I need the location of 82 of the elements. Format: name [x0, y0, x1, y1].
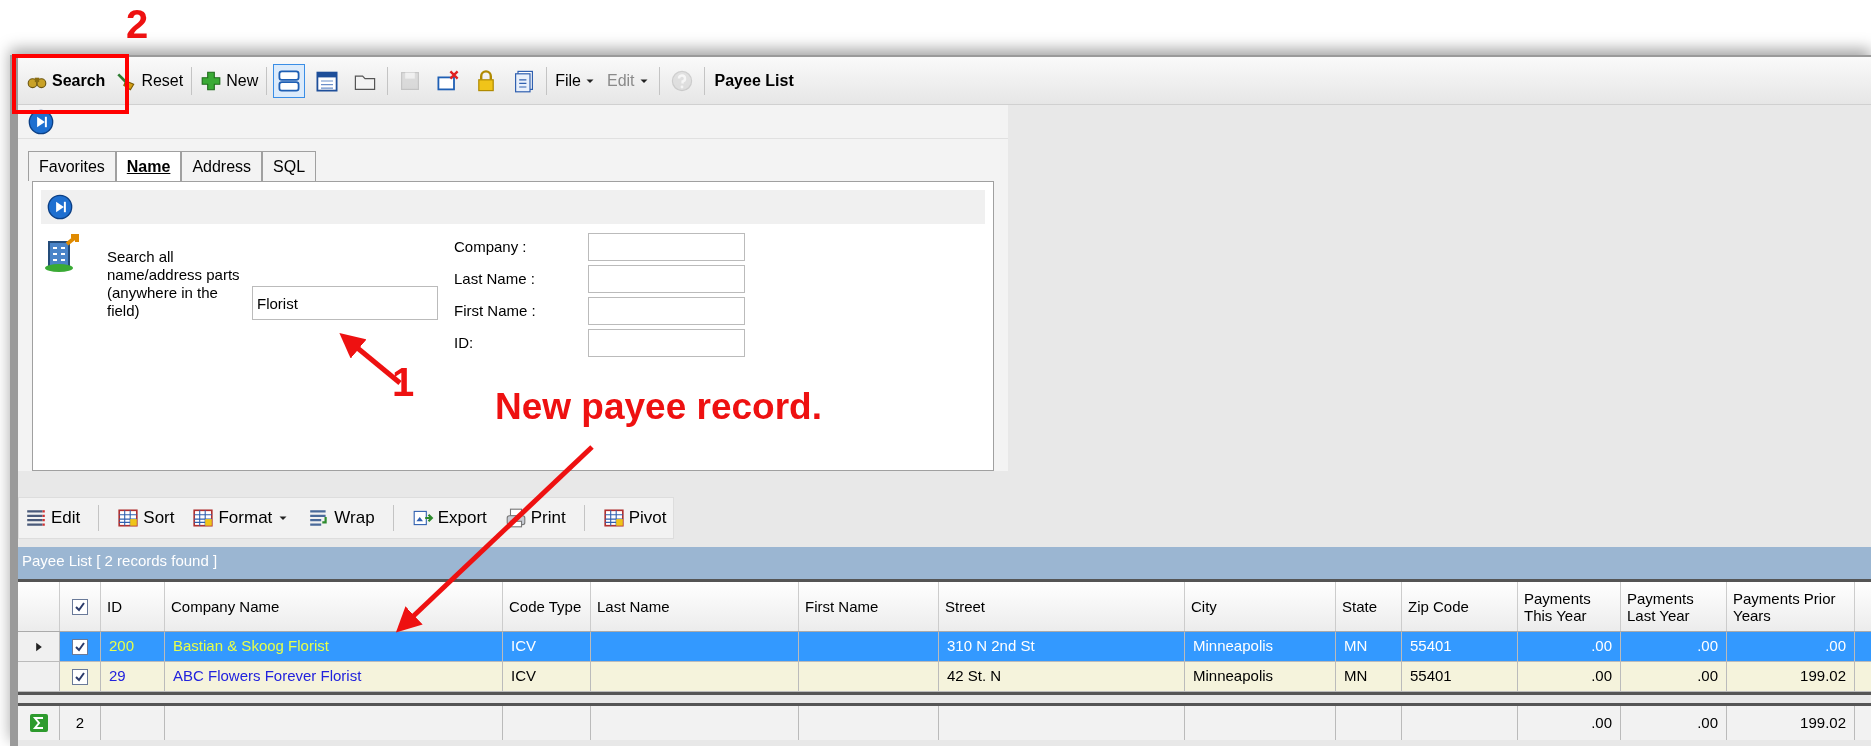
table-icon	[117, 507, 140, 529]
table-cell-text: 200	[109, 636, 135, 657]
search-input-field[interactable]: Florist	[252, 286, 438, 320]
table-cell-text: 42 St. N	[947, 666, 1002, 687]
window-delete-icon	[436, 68, 461, 93]
tab[interactable]: Address	[181, 151, 263, 181]
toolbar-button[interactable]: Edit	[25, 503, 81, 533]
summary-cell-text: 2	[75, 712, 85, 733]
column-header[interactable]: Last Name	[591, 582, 799, 631]
skip-forward-icon[interactable]	[47, 194, 73, 220]
column-header[interactable]: State	[1336, 582, 1402, 631]
plus-icon	[200, 69, 223, 92]
text-input-field[interactable]	[588, 233, 745, 261]
printer-icon	[504, 507, 527, 529]
column-header[interactable]: Payments This Year	[1518, 582, 1621, 631]
field-label: First Name :	[454, 300, 537, 321]
text-input-field[interactable]	[588, 329, 745, 357]
table-cell-text: 199.02	[1800, 666, 1846, 687]
table-cell-text: Minneapolis	[1193, 636, 1274, 657]
table-cell-text: Minneapolis	[1193, 666, 1274, 687]
table-cell-text: ABC Flowers Forever Florist	[173, 666, 362, 687]
toolbar-button[interactable]: New	[198, 63, 261, 98]
toolbar-title: Payee List	[713, 70, 795, 91]
summary-cell-text: .00	[1697, 712, 1718, 733]
summary-cell-text: 199.02	[1800, 712, 1846, 733]
table-cell-text: MN	[1344, 666, 1368, 687]
step-number: 2	[126, 4, 149, 44]
table-icon	[192, 507, 215, 529]
column-header[interactable]: ID	[101, 582, 165, 631]
table-cell-text: ICV	[511, 666, 536, 687]
toolbar-button[interactable]: Sort	[117, 503, 175, 533]
toolbar-button[interactable]: Search	[24, 63, 108, 98]
column-header[interactable]: Street	[939, 582, 1185, 631]
checkbox[interactable]	[72, 668, 88, 685]
toolbar-button[interactable]: Pivot	[602, 503, 667, 533]
table-cell-text: .00	[1591, 636, 1612, 657]
field-label: Company :	[454, 236, 528, 257]
list-icon	[25, 507, 47, 529]
column-header[interactable]: Payments Prior Years	[1727, 582, 1855, 631]
checkbox[interactable]	[72, 638, 88, 655]
table-cell-text: MN	[1344, 636, 1368, 657]
column-header[interactable]: Payments Last Year	[1621, 582, 1727, 631]
table-cell-text: 55401	[1410, 636, 1452, 657]
help-icon	[669, 68, 694, 93]
table-cell-text: .00	[1591, 666, 1612, 687]
grid-title: Payee List [ 2 records found ]	[22, 550, 218, 571]
tab[interactable]: SQL	[262, 151, 317, 181]
sum-icon	[28, 713, 49, 733]
table-cell-text: 55401	[1410, 666, 1452, 687]
menu-button[interactable]: File	[553, 63, 599, 98]
column-header[interactable]: Company Name	[165, 582, 503, 631]
toolbar-button[interactable]: Print	[504, 503, 566, 533]
field-label: Last Name :	[454, 268, 536, 289]
table-row[interactable]: 29 ABC Flowers Forever Florist ICV 42 St. N Minneapolis MN 55401 .00 .00 199.02	[18, 662, 1871, 692]
field-label: ID:	[454, 332, 475, 353]
tab[interactable]: Favorites	[28, 151, 116, 181]
table-cell-text: 29	[109, 666, 126, 687]
text-input-field[interactable]	[588, 297, 745, 325]
table-icon	[602, 507, 625, 529]
table-cell-text: .00	[1825, 636, 1846, 657]
table-cell-text: 310 N 2nd St	[947, 636, 1035, 657]
split-view-icon	[277, 68, 302, 93]
toolbar-icon-button[interactable]	[273, 63, 306, 98]
toolbar-button[interactable]: Reset	[113, 63, 186, 98]
toolbar-button[interactable]: Wrap	[308, 503, 375, 533]
table-cell-text: .00	[1697, 636, 1718, 657]
column-header[interactable]: City	[1185, 582, 1336, 631]
table-cell-text: .00	[1697, 666, 1718, 687]
text-input-field[interactable]	[588, 265, 745, 293]
toolbar-button[interactable]: Export	[411, 503, 487, 533]
search-description: Search all name/address parts (anywhere in the field)	[107, 248, 241, 321]
column-header[interactable]: Code Type	[503, 582, 591, 631]
column-header[interactable]: Zip Code	[1402, 582, 1518, 631]
column-header[interactable]: First Name	[799, 582, 939, 631]
table-cell-text: Bastian & Skoog Florist	[173, 636, 329, 657]
toolbar-button[interactable]: Format	[192, 503, 291, 533]
callout-text: New payee record.	[495, 388, 822, 425]
step-number: 1	[392, 362, 415, 402]
summary-cell-text: .00	[1591, 712, 1612, 733]
tab[interactable]: Name	[115, 151, 182, 181]
checkbox[interactable]	[72, 598, 88, 615]
table-cell-text: ICV	[511, 636, 536, 657]
